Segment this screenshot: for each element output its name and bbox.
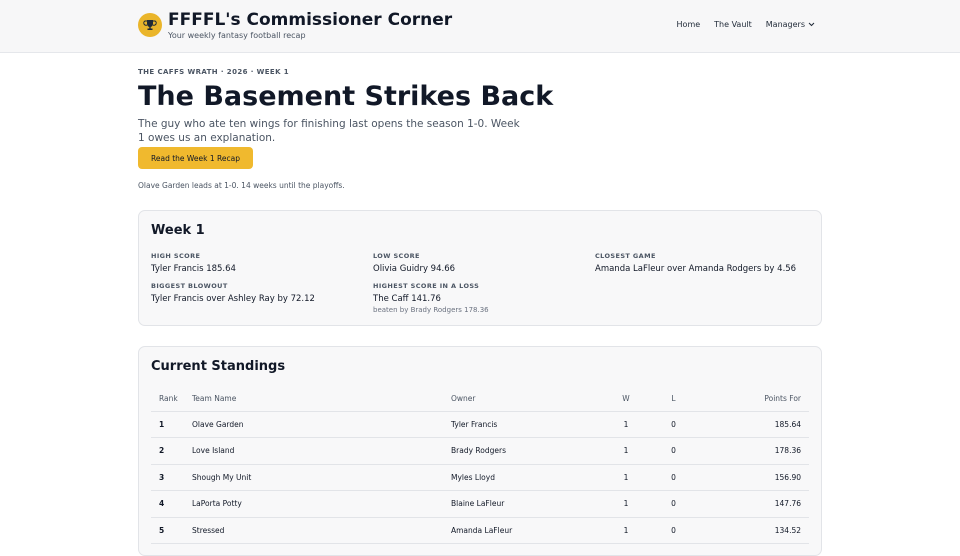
- team-cell: LaPorta Potty: [192, 490, 451, 518]
- nav-managers-dropdown[interactable]: Managers: [766, 20, 815, 29]
- column-header-rank[interactable]: Rank: [151, 387, 192, 412]
- closest-game-stat: CLOSEST GAME Amanda LaFleur over Amanda …: [595, 252, 796, 274]
- column-header-team[interactable]: Team Name: [192, 387, 451, 412]
- stat-label: HIGHEST SCORE IN A LOSS: [373, 282, 480, 290]
- team-cell: Love Island: [192, 437, 451, 465]
- stat-label: HIGH SCORE: [151, 252, 201, 260]
- highest-loss-stat: HIGHEST SCORE IN A LOSS The Caff 141.76 …: [373, 282, 489, 314]
- wins-cell: 1: [601, 437, 651, 465]
- rank-cell: 1: [151, 411, 192, 438]
- read-recap-button[interactable]: Read the Week 1 Recap: [138, 147, 253, 169]
- owner-cell: Blaine LaFleur: [451, 490, 601, 518]
- site-subtitle: Your weekly fantasy football recap: [168, 31, 306, 40]
- table-header-row: Rank Team Name Owner W L Points For: [151, 387, 809, 412]
- wins-cell: 1: [601, 464, 651, 491]
- losses-cell: 0: [651, 464, 696, 491]
- stat-value: The Caff 141.76: [373, 294, 441, 304]
- hero-eyebrow: THE CAFFS WRATH · 2026 · WEEK 1: [138, 68, 290, 76]
- stat-value: Tyler Francis over Ashley Ray by 72.12: [151, 294, 315, 304]
- wins-cell: 1: [601, 490, 651, 518]
- table-row[interactable]: 3 Shough My Unit Myles Lloyd 1 0 156.90: [151, 464, 809, 491]
- owner-cell: Brady Rodgers: [451, 437, 601, 465]
- rank-cell: 2: [151, 437, 192, 465]
- nav-managers-label: Managers: [765, 20, 805, 29]
- low-score-stat: LOW SCORE Olivia Guidry 94.66: [373, 252, 455, 274]
- rank-cell: 3: [151, 464, 192, 491]
- column-header-points-for[interactable]: Points For: [696, 387, 809, 412]
- high-score-stat: HIGH SCORE Tyler Francis 185.64: [151, 252, 236, 274]
- stat-value: Olivia Guidry 94.66: [373, 264, 456, 274]
- stat-subtext: beaten by Brady Rodgers 178.36: [373, 306, 489, 314]
- wins-cell: 1: [601, 411, 651, 438]
- standings-title: Current Standings: [151, 359, 286, 374]
- table-row[interactable]: 1 Olave Garden Tyler Francis 1 0 185.64: [151, 411, 809, 438]
- column-header-losses[interactable]: L: [651, 387, 696, 412]
- losses-cell: 0: [651, 437, 696, 465]
- hero-subhead: The guy who ate ten wings for finishing …: [138, 118, 520, 144]
- points-for-cell: 178.36: [696, 437, 809, 465]
- week-title: Week 1: [151, 223, 205, 238]
- rank-cell: 4: [151, 490, 192, 518]
- week-summary-card: Week 1 HIGH SCORE Tyler Francis 185.64 L…: [138, 210, 822, 326]
- biggest-blowout-stat: BIGGEST BLOWOUT Tyler Francis over Ashle…: [151, 282, 315, 304]
- table-row[interactable]: 2 Love Island Brady Rodgers 1 0 178.36: [151, 437, 809, 465]
- points-for-cell: 147.76: [696, 490, 809, 518]
- chevron-down-icon: [808, 22, 815, 27]
- stat-value: Tyler Francis 185.64: [151, 264, 236, 274]
- stat-value: Amanda LaFleur over Amanda Rodgers by 4.…: [595, 264, 797, 274]
- column-header-wins[interactable]: W: [601, 387, 651, 412]
- hero-headline: The Basement Strikes Back: [138, 81, 554, 112]
- main-nav: Home The Vault Managers: [677, 20, 815, 29]
- team-cell: Olave Garden: [192, 411, 451, 438]
- owner-cell: Myles Lloyd: [451, 464, 601, 491]
- top-nav-bar: FFFFL's Commissioner Corner Your weekly …: [0, 0, 960, 53]
- losses-cell: 0: [651, 490, 696, 518]
- stat-label: LOW SCORE: [373, 252, 420, 260]
- table-row[interactable]: 4 LaPorta Potty Blaine LaFleur 1 0 147.7…: [151, 490, 809, 518]
- nav-home-link[interactable]: Home: [677, 20, 701, 29]
- owner-cell: Tyler Francis: [451, 411, 601, 438]
- site-title[interactable]: FFFFL's Commissioner Corner: [168, 10, 452, 30]
- team-cell: Shough My Unit: [192, 464, 451, 491]
- league-lead-note: Olave Garden leads at 1-0. 14 weeks unti…: [138, 181, 345, 190]
- nav-vault-link[interactable]: The Vault: [714, 20, 752, 29]
- column-header-owner[interactable]: Owner: [451, 387, 601, 412]
- stat-label: CLOSEST GAME: [595, 252, 656, 260]
- stat-label: BIGGEST BLOWOUT: [151, 282, 228, 290]
- standings-table: Rank Team Name Owner W L Points For 1 Ol…: [151, 387, 809, 544]
- points-for-cell: 156.90: [696, 464, 809, 491]
- points-for-cell: 185.64: [696, 411, 809, 438]
- losses-cell: 0: [651, 411, 696, 438]
- trophy-icon[interactable]: [138, 13, 162, 37]
- hero-section: THE CAFFS WRATH · 2026 · WEEK 1 The Base…: [138, 68, 554, 145]
- standings-card: Current Standings Rank Team Name Owner W…: [138, 346, 822, 556]
